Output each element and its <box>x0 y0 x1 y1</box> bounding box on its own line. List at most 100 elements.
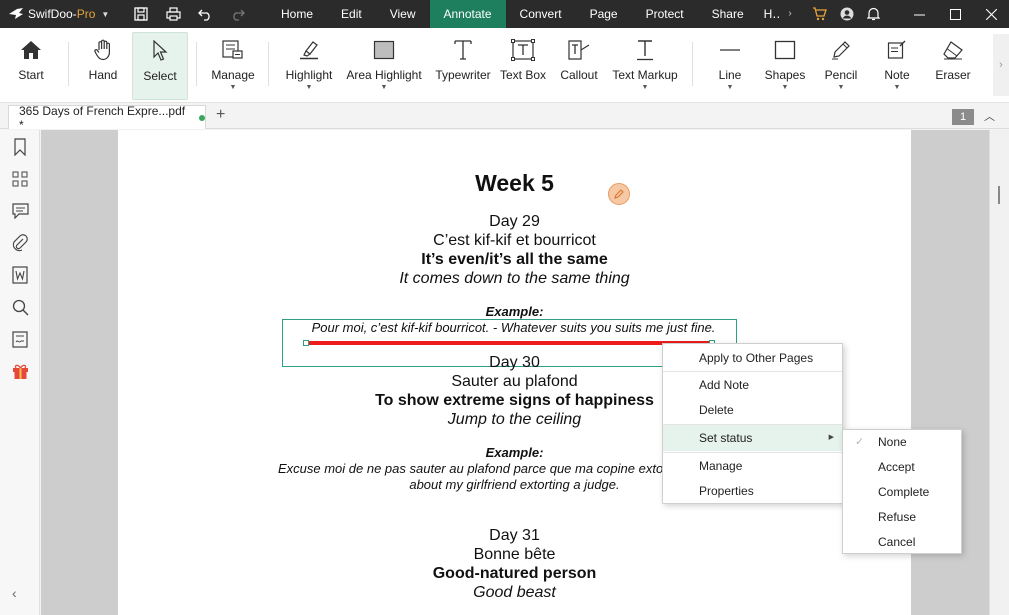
status-option-none[interactable]: ✓ None <box>843 430 961 455</box>
menu-page[interactable]: Page <box>576 0 632 28</box>
menu-share[interactable]: Share <box>698 0 758 28</box>
home-icon <box>20 32 42 68</box>
pencil-icon <box>831 32 851 68</box>
highlight-button[interactable]: Highlight ▼ <box>282 32 336 100</box>
collapse-sidebar-icon[interactable]: ‹ <box>12 585 17 601</box>
search-icon[interactable] <box>10 297 30 317</box>
text-markup-icon <box>634 32 656 68</box>
line-icon <box>719 32 741 68</box>
document-tab-strip: 365 Days of French Expre...pdf * + 1 ︿ <box>0 103 1009 132</box>
document-tab[interactable]: 365 Days of French Expre...pdf * <box>8 104 206 132</box>
status-option-accept[interactable]: Accept <box>843 455 961 480</box>
manage-label: Manage <box>211 68 255 82</box>
word-count-icon[interactable] <box>10 265 30 285</box>
highlight-label: Highlight <box>285 68 333 82</box>
menu-edit[interactable]: Edit <box>327 0 376 28</box>
status-option-complete[interactable]: Complete <box>843 480 961 505</box>
text-markup-label: Text Markup <box>612 68 678 82</box>
title-bar: SwifDoo-Pro ▼ Home Edit View Annotate Co… <box>0 0 1009 28</box>
eraser-label: Eraser <box>935 68 971 82</box>
ribbon-scroll-right-icon[interactable]: › <box>993 34 1009 96</box>
start-button[interactable]: Start <box>8 32 54 100</box>
menu-item-delete[interactable]: Delete <box>663 397 842 423</box>
note-icon <box>887 32 907 68</box>
shapes-button[interactable]: Shapes ▼ <box>764 32 806 100</box>
sticky-note-annotation-icon[interactable] <box>608 183 630 205</box>
ribbon-toolbar: Start Hand Select Manage ▼ Highlight ▼ A… <box>0 28 1009 103</box>
day-31-phrase: Bonne bête <box>473 546 556 563</box>
redo-icon[interactable] <box>221 0 253 28</box>
menu-home[interactable]: Home <box>267 0 327 28</box>
manage-icon <box>222 32 244 68</box>
day-29-literal: It comes down to the same thing <box>399 270 630 287</box>
eraser-icon <box>942 32 964 68</box>
set-status-submenu: ✓ None Accept Complete Refuse Cancel <box>842 429 962 554</box>
menu-convert[interactable]: Convert <box>506 0 576 28</box>
text-markup-button[interactable]: Text Markup ▼ <box>610 32 680 100</box>
area-highlight-label: Area Highlight <box>346 68 422 82</box>
typewriter-label: Typewriter <box>435 68 491 82</box>
gift-icon[interactable] <box>10 361 30 381</box>
line-annotation[interactable] <box>309 341 712 345</box>
select-label: Select <box>143 69 177 83</box>
line-label: Line <box>718 68 742 82</box>
eraser-button[interactable]: Eraser <box>934 32 972 100</box>
submenu-arrow-icon: ▶ <box>828 434 834 441</box>
menu-protect[interactable]: Protect <box>632 0 698 28</box>
attachment-icon[interactable] <box>10 233 30 253</box>
manage-button[interactable]: Manage ▼ <box>208 32 258 100</box>
app-menu-button[interactable]: SwifDoo-Pro ▼ <box>0 7 125 21</box>
set-status-label: Set status <box>699 431 753 445</box>
line-button[interactable]: Line ▼ <box>710 32 750 100</box>
menu-item-apply-to-other-pages[interactable]: Apply to Other Pages <box>663 345 842 371</box>
line-start-handle[interactable] <box>303 340 309 346</box>
close-icon[interactable] <box>973 0 1009 28</box>
add-tab-icon[interactable]: + <box>216 106 225 124</box>
menu-item-set-status[interactable]: Set status ▶ <box>663 425 842 451</box>
scrollbar-thumb[interactable] <box>998 186 1000 204</box>
hand-button[interactable]: Hand <box>80 32 126 100</box>
chevron-down-icon: ▼ <box>893 84 901 91</box>
thumbnails-icon[interactable] <box>10 169 30 189</box>
status-none-label: None <box>878 435 907 449</box>
signature-icon[interactable] <box>10 329 30 349</box>
vertical-scrollbar[interactable] <box>989 130 1009 615</box>
chevron-up-icon[interactable]: ︿ <box>984 108 995 124</box>
menu-item-properties[interactable]: Properties <box>663 478 842 504</box>
status-option-cancel[interactable]: Cancel <box>843 530 961 555</box>
titlebar-separator <box>887 0 901 28</box>
typewriter-button[interactable]: Typewriter <box>432 32 494 100</box>
print-icon[interactable] <box>157 0 189 28</box>
menu-annotate[interactable]: Annotate <box>429 0 506 28</box>
note-button[interactable]: Note ▼ <box>880 32 914 100</box>
text-box-label: Text Box <box>499 68 547 82</box>
menu-more-icon[interactable]: › <box>786 0 800 28</box>
callout-label: Callout <box>560 68 598 82</box>
bell-icon[interactable] <box>860 0 887 28</box>
status-option-refuse[interactable]: Refuse <box>843 505 961 530</box>
menu-item-add-note[interactable]: Add Note <box>663 372 842 398</box>
menu-item-manage[interactable]: Manage <box>663 453 842 479</box>
highlighter-icon <box>298 32 320 68</box>
save-icon[interactable] <box>125 0 157 28</box>
cart-icon[interactable] <box>806 0 833 28</box>
comments-icon[interactable] <box>10 201 30 221</box>
menu-help[interactable]: H‥ <box>758 0 787 28</box>
page-number-badge: 1 <box>952 109 974 125</box>
start-label: Start <box>18 68 44 82</box>
text-box-button[interactable]: Text Box <box>498 32 548 100</box>
ribbon-separator <box>68 42 69 86</box>
minimize-icon[interactable] <box>901 0 937 28</box>
bookmark-icon[interactable] <box>10 137 30 157</box>
select-button[interactable]: Select <box>132 32 188 100</box>
area-highlight-button[interactable]: Area Highlight ▼ <box>344 32 424 100</box>
maximize-icon[interactable] <box>937 0 973 28</box>
pencil-label: Pencil <box>824 68 858 82</box>
pencil-button[interactable]: Pencil ▼ <box>822 32 860 100</box>
user-avatar-icon[interactable] <box>833 0 860 28</box>
note-label: Note <box>884 68 910 82</box>
callout-button[interactable]: Callout <box>556 32 602 100</box>
menu-view[interactable]: View <box>376 0 430 28</box>
undo-icon[interactable] <box>189 0 221 28</box>
hand-icon <box>93 32 113 68</box>
